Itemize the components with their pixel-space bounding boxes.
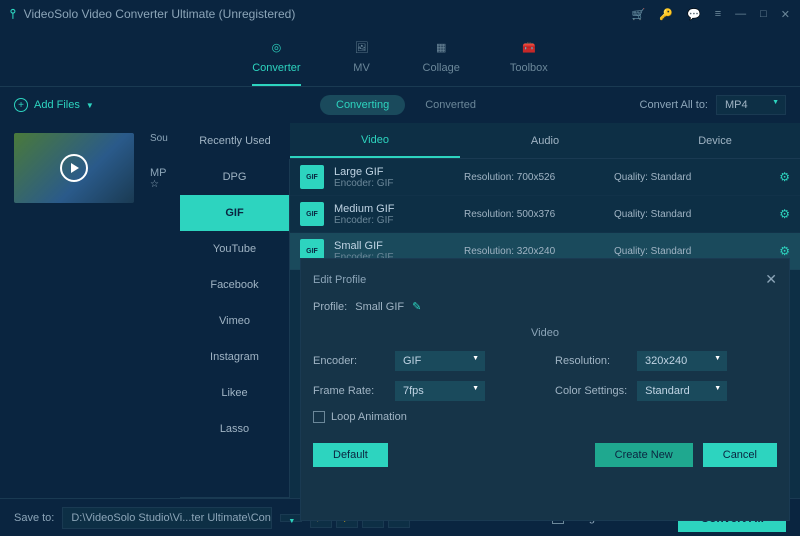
play-icon [60,154,88,182]
gear-icon[interactable]: ⚙ [779,170,790,184]
format-facebook[interactable]: Facebook [180,267,289,303]
gif-icon: GIF [300,165,324,189]
app-logo: ⫯ [10,6,16,22]
format-vimeo[interactable]: Vimeo [180,303,289,339]
checkbox-icon [313,411,325,423]
subtab-converted[interactable]: Converted [409,95,492,115]
mv-icon: 🖼 [351,36,373,58]
tab-toolbox[interactable]: 🧰 Toolbox [510,36,548,86]
format-gif[interactable]: GIF [180,195,289,231]
resolution-select[interactable]: 320x240 [637,351,727,371]
format-dpg[interactable]: DPG [180,159,289,195]
cattab-recent[interactable]: Recently Used [180,123,290,159]
collage-icon: ▦ [430,36,452,58]
gear-icon[interactable]: ⚙ [779,207,790,221]
cancel-button[interactable]: Cancel [703,443,777,467]
gif-icon: GIF [300,202,324,226]
minimize-icon[interactable]: — [735,8,746,21]
maximize-icon[interactable]: □ [760,8,767,21]
convert-all-select[interactable]: MP4 [716,95,786,115]
format-instagram[interactable]: Instagram [180,339,289,375]
colorsettings-select[interactable]: Standard [637,381,727,401]
create-new-button[interactable]: Create New [595,443,693,467]
loop-animation-checkbox[interactable]: Loop Animation [313,411,777,423]
key-icon[interactable]: 🔑 [659,8,673,21]
tab-collage[interactable]: ▦ Collage [423,36,460,86]
mp-label: MP☆ [150,167,167,190]
profile-name: Small GIF [355,301,404,313]
close-icon[interactable]: ✕ [781,8,790,21]
menu-icon[interactable]: ≡ [715,8,721,21]
dialog-title: Edit Profile [313,274,366,286]
video-section-label: Video [313,327,777,339]
encoder-select[interactable]: GIF [395,351,485,371]
save-path-field[interactable]: D:\VideoSolo Studio\Vi...ter Ultimate\Co… [62,507,272,529]
cattab-device[interactable]: Device [630,123,800,158]
framerate-select[interactable]: 7fps [395,381,485,401]
video-thumbnail[interactable] [14,133,134,203]
format-likee[interactable]: Likee [180,375,289,411]
preset-item[interactable]: GIF Large GIFEncoder: GIF Resolution: 70… [290,159,800,196]
feedback-icon[interactable]: 💬 [687,8,701,21]
format-lasso[interactable]: Lasso [180,411,289,447]
plus-icon: + [14,98,28,112]
edit-profile-dialog: Edit Profile ✕ Profile: Small GIF ✎ Vide… [300,258,790,521]
converter-icon: ◎ [265,36,287,58]
format-youtube[interactable]: YouTube [180,231,289,267]
source-label: Sou [150,133,168,144]
chevron-down-icon: ▼ [86,101,94,110]
gear-icon[interactable]: ⚙ [779,244,790,258]
tab-converter[interactable]: ◎ Converter [252,36,300,86]
edit-name-icon[interactable]: ✎ [412,300,421,313]
toolbox-icon: 🧰 [518,36,540,58]
subtab-converting[interactable]: Converting [320,95,405,115]
close-dialog-icon[interactable]: ✕ [765,271,777,288]
add-files-button[interactable]: + Add Files ▼ [14,98,94,112]
save-to-label: Save to: [14,512,54,524]
app-title: VideoSolo Video Converter Ultimate (Unre… [24,7,296,21]
cart-icon[interactable]: 🛒 [632,8,646,21]
convert-all-label: Convert All to: [640,99,708,111]
cattab-video[interactable]: Video [290,123,460,158]
preset-item[interactable]: GIF Medium GIFEncoder: GIF Resolution: 5… [290,196,800,233]
cattab-audio[interactable]: Audio [460,123,630,158]
tab-mv[interactable]: 🖼 MV [351,36,373,86]
default-button[interactable]: Default [313,443,388,467]
